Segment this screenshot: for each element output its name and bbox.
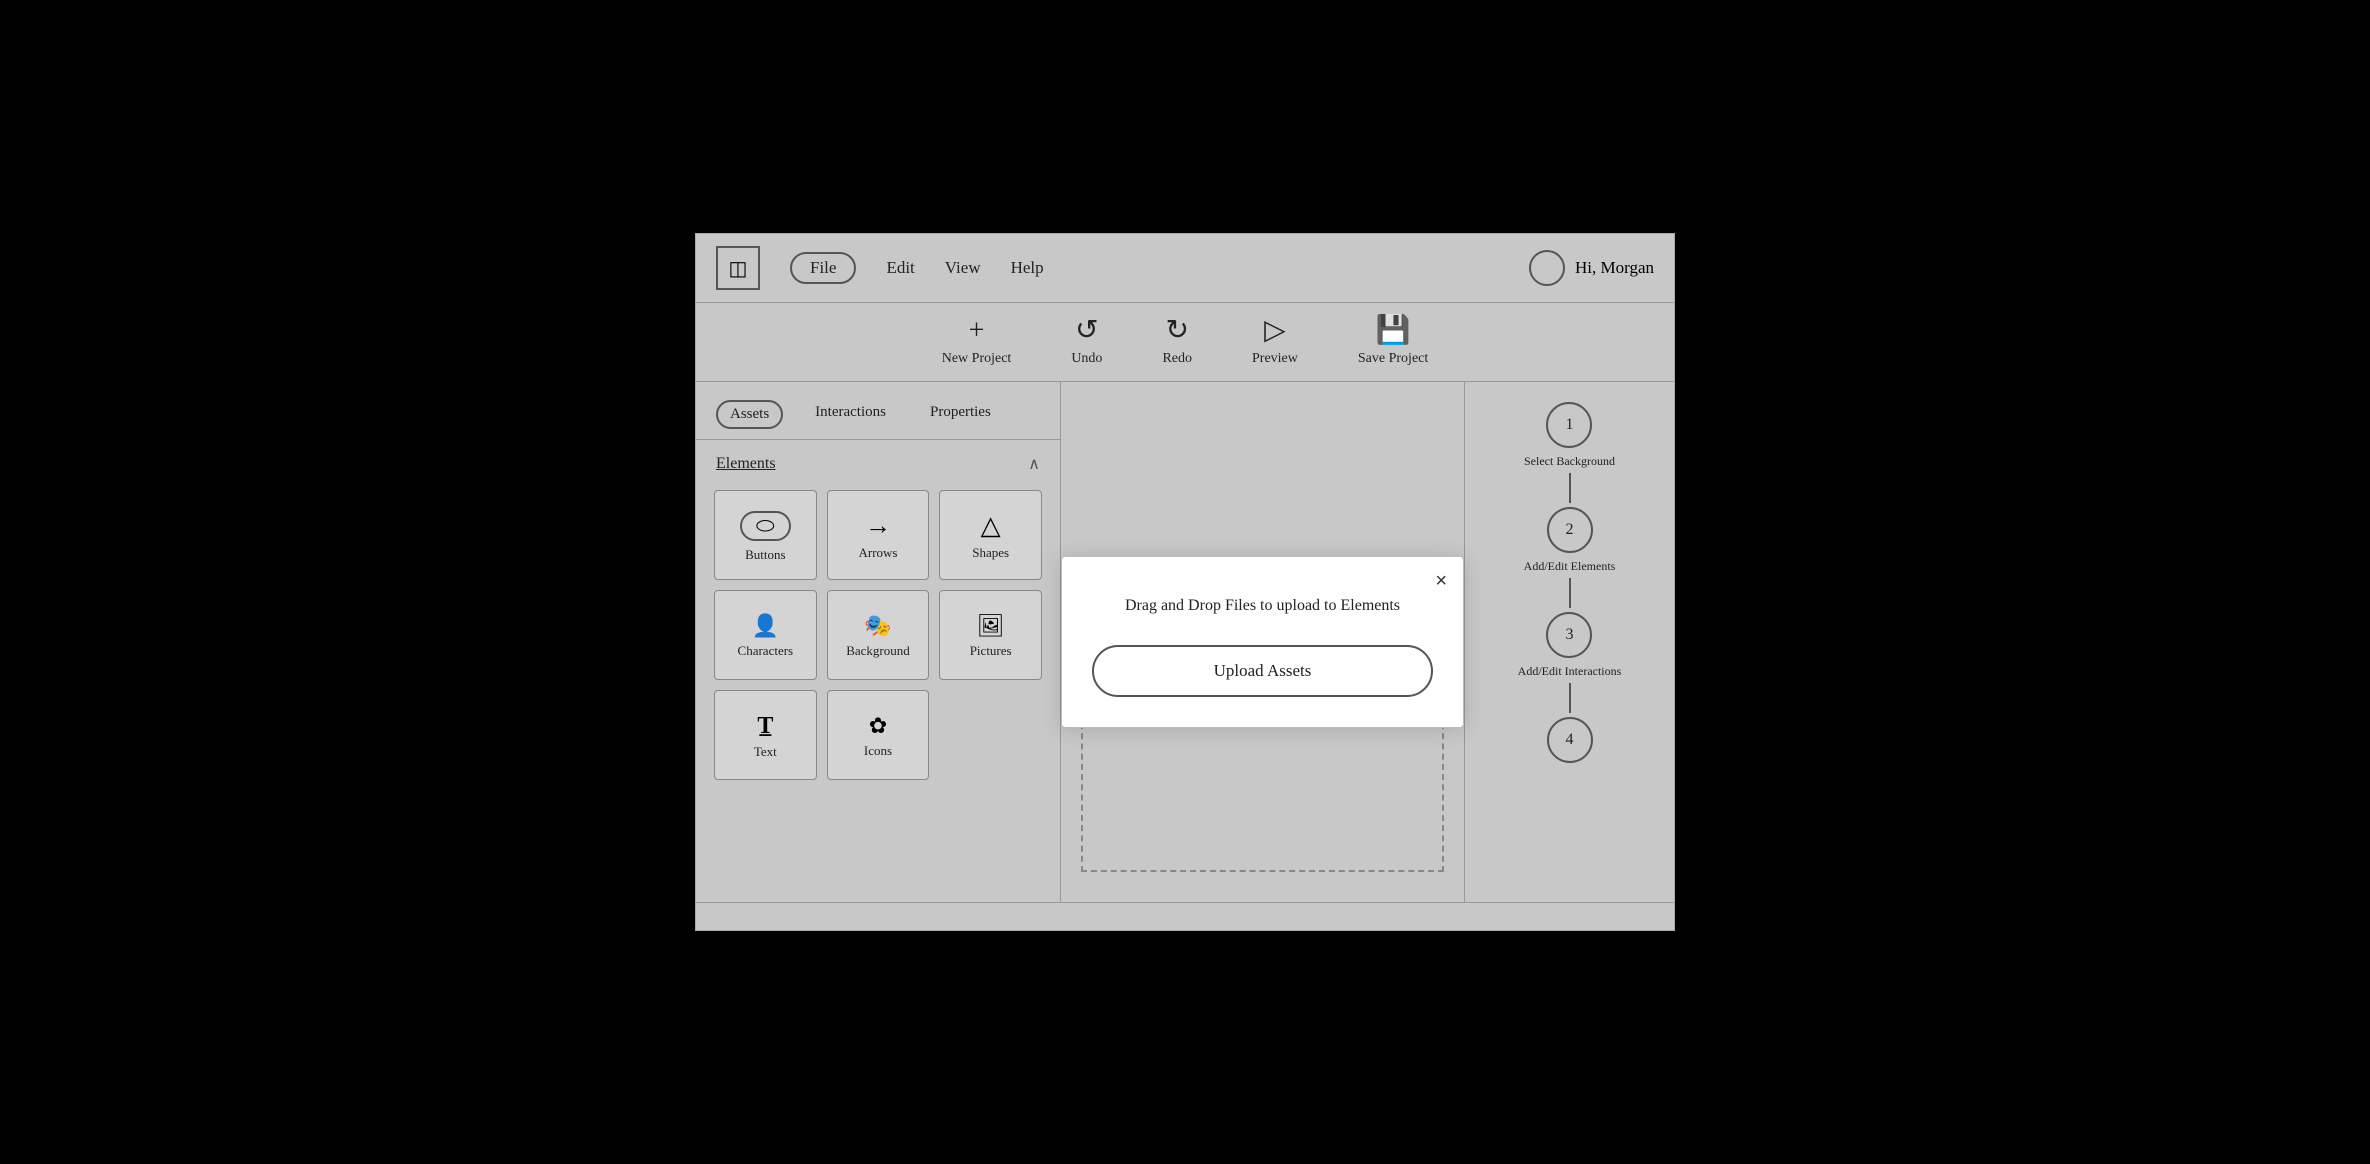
pictures-label: Pictures <box>970 643 1012 659</box>
new-project-icon: + <box>969 317 985 345</box>
step-4-circle: 4 <box>1547 717 1593 763</box>
section-toggle-icon[interactable]: ∧ <box>1028 454 1040 474</box>
toolbar: + New Project ↺ Undo ↻ Redo ▷ Preview 💾 … <box>696 303 1674 382</box>
section-title: Elements <box>716 455 776 473</box>
redo-label: Redo <box>1162 351 1192 367</box>
tab-assets[interactable]: Assets <box>716 400 783 429</box>
modal-overlay: × Drag and Drop Files to upload to Eleme… <box>1061 382 1464 902</box>
user-greeting: Hi, Morgan <box>1575 258 1654 278</box>
buttons-icon: ⬭ <box>740 511 791 541</box>
center-canvas: Edit Inside × Drag and Drop Files to upl… <box>1061 382 1464 902</box>
step-4: 4 <box>1547 717 1593 769</box>
element-text[interactable]: T̲ Text <box>714 690 817 780</box>
text-label: Text <box>754 744 777 760</box>
characters-label: Characters <box>738 643 794 659</box>
elements-grid: ⬭ Buttons → Arrows △ Shapes 👤 Characters <box>696 484 1060 786</box>
step-1-label: Select Background <box>1524 454 1615 469</box>
menu-bar: ◫ File Edit View Help Hi, Morgan <box>696 234 1674 303</box>
element-shapes[interactable]: △ Shapes <box>939 490 1042 580</box>
save-project-button[interactable]: 💾 Save Project <box>1358 317 1428 367</box>
shapes-icon: △ <box>981 513 1001 539</box>
modal-drag-text: Drag and Drop Files to upload to Element… <box>1092 597 1433 615</box>
shapes-label: Shapes <box>972 545 1009 561</box>
save-project-icon: 💾 <box>1376 317 1411 345</box>
main-area: Assets Interactions Properties Elements … <box>696 382 1674 902</box>
tab-interactions[interactable]: Interactions <box>803 400 898 429</box>
arrows-icon: → <box>865 513 891 539</box>
new-project-label: New Project <box>942 351 1012 367</box>
arrows-label: Arrows <box>858 545 897 561</box>
step-3-label: Add/Edit Interactions <box>1518 664 1622 679</box>
step-3-circle: 3 <box>1546 612 1592 658</box>
logo-icon: ◫ <box>729 256 748 281</box>
characters-icon: 👤 <box>752 615 779 637</box>
icons-label: Icons <box>864 743 892 759</box>
undo-icon: ↺ <box>1075 317 1098 345</box>
preview-button[interactable]: ▷ Preview <box>1252 317 1298 367</box>
tab-properties[interactable]: Properties <box>918 400 1003 429</box>
app-container: ◫ File Edit View Help Hi, Morgan + New P… <box>695 233 1675 931</box>
step-2-circle: 2 <box>1547 507 1593 553</box>
redo-icon: ↻ <box>1165 317 1188 345</box>
user-info: Hi, Morgan <box>1529 250 1654 286</box>
step-1-circle: 1 <box>1546 402 1592 448</box>
undo-label: Undo <box>1071 351 1102 367</box>
step-connector-3-4 <box>1569 683 1571 713</box>
preview-icon: ▷ <box>1264 317 1286 345</box>
modal-close-button[interactable]: × <box>1435 571 1447 591</box>
logo: ◫ <box>716 246 760 290</box>
text-icon: T̲ <box>757 714 773 738</box>
right-panel: 1 Select Background 2 Add/Edit Elements … <box>1464 382 1674 902</box>
element-pictures[interactable]: 🖼 Pictures <box>939 590 1042 680</box>
status-bar <box>696 902 1674 930</box>
icons-icon: ✿ <box>869 715 887 737</box>
background-label: Background <box>846 643 910 659</box>
element-background[interactable]: 🎭 Background <box>827 590 930 680</box>
step-1: 1 Select Background <box>1524 402 1615 469</box>
step-2-label: Add/Edit Elements <box>1524 559 1616 574</box>
menu-file[interactable]: File <box>790 252 856 284</box>
element-buttons[interactable]: ⬭ Buttons <box>714 490 817 580</box>
preview-label: Preview <box>1252 351 1298 367</box>
background-icon: 🎭 <box>864 615 891 637</box>
element-icons[interactable]: ✿ Icons <box>827 690 930 780</box>
save-project-label: Save Project <box>1358 351 1428 367</box>
step-connector-2-3 <box>1569 578 1571 608</box>
undo-button[interactable]: ↺ Undo <box>1071 317 1102 367</box>
section-header: Elements ∧ <box>696 440 1060 484</box>
left-panel: Assets Interactions Properties Elements … <box>696 382 1061 902</box>
menu-edit[interactable]: Edit <box>886 258 914 278</box>
pictures-icon: 🖼 <box>977 615 1005 637</box>
menu-view[interactable]: View <box>945 258 981 278</box>
step-2: 2 Add/Edit Elements <box>1524 507 1616 574</box>
buttons-label: Buttons <box>745 547 785 563</box>
avatar <box>1529 250 1565 286</box>
upload-assets-button[interactable]: Upload Assets <box>1092 645 1433 697</box>
element-arrows[interactable]: → Arrows <box>827 490 930 580</box>
element-characters[interactable]: 👤 Characters <box>714 590 817 680</box>
step-connector-1-2 <box>1569 473 1571 503</box>
menu-help[interactable]: Help <box>1011 258 1044 278</box>
upload-modal: × Drag and Drop Files to upload to Eleme… <box>1061 556 1464 728</box>
new-project-button[interactable]: + New Project <box>942 317 1012 367</box>
redo-button[interactable]: ↻ Redo <box>1162 317 1192 367</box>
tab-bar: Assets Interactions Properties <box>696 382 1060 440</box>
step-3: 3 Add/Edit Interactions <box>1518 612 1622 679</box>
